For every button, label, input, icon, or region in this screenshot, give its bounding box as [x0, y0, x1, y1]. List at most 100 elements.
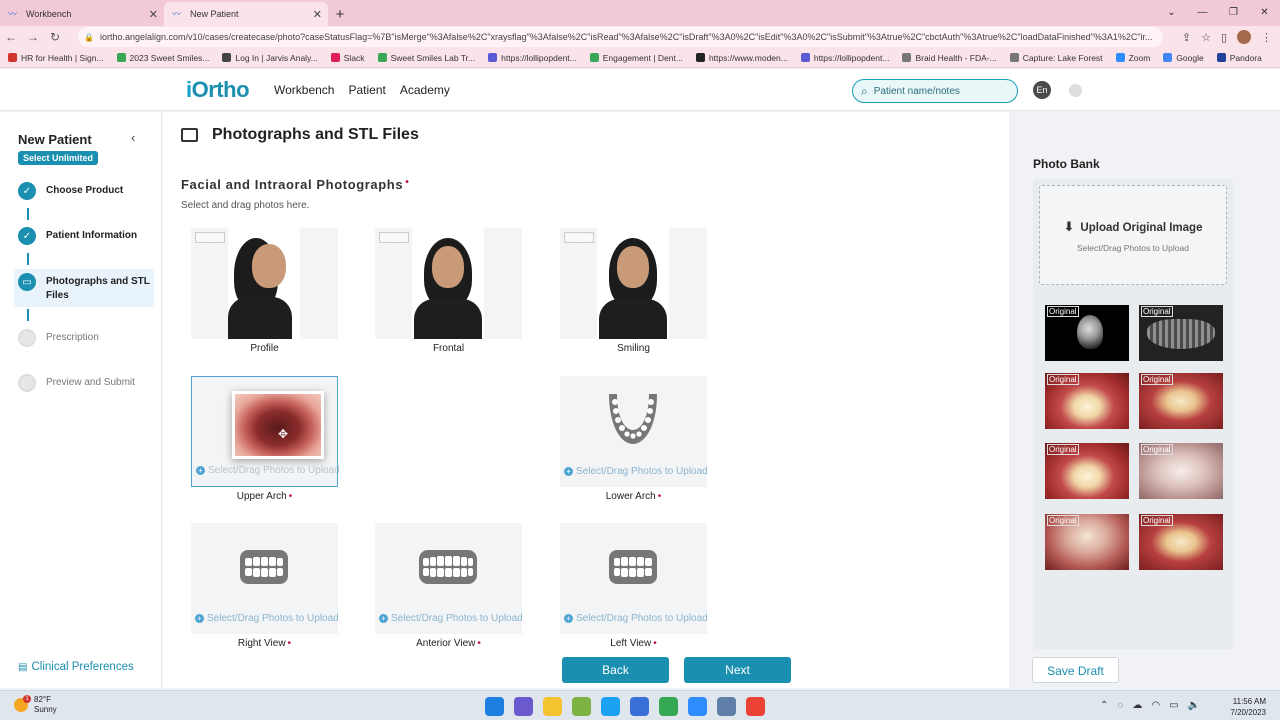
bookmark-item[interactable]: https://lollipopdent... [488, 53, 577, 63]
patient-search-input[interactable]: ⌕ Patient name/notes [852, 79, 1018, 103]
bookmark-item[interactable]: Slack [330, 53, 365, 63]
bank-thumb-intraoral-6[interactable]: Original [1139, 514, 1223, 570]
bookmark-star-icon[interactable]: ☆ [1201, 31, 1211, 44]
wifi-icon[interactable]: ◠ [1151, 700, 1160, 711]
profile-avatar[interactable] [1237, 30, 1251, 44]
tray-app-icon[interactable]: ◌ [1117, 700, 1123, 711]
bank-thumb-intraoral-1[interactable]: Original [1045, 373, 1129, 429]
bookmark-item[interactable]: Sweet Smiles Lab Tr... [377, 53, 475, 63]
taskbar-apps [485, 697, 765, 716]
preferences-icon: ▤ [18, 661, 28, 673]
photo-slot-smiling[interactable]: Original [560, 228, 707, 339]
bookmark-item[interactable]: https://www.moden... [695, 53, 788, 63]
share-icon[interactable]: ⇪ [1182, 31, 1191, 44]
reload-icon[interactable]: ↻ [44, 30, 66, 44]
collapse-chevron-icon[interactable]: ‹ [131, 130, 135, 145]
step-prescription[interactable]: Prescription [14, 329, 154, 347]
upload-hint[interactable]: + Select/Drag Photos to Upload [564, 466, 708, 477]
nav-workbench[interactable]: Workbench [274, 83, 334, 97]
next-button[interactable]: Next [684, 657, 791, 683]
taskbar-clock[interactable]: 11:56 AM 7/20/2023 [1230, 696, 1266, 718]
bookmark-item[interactable]: Google [1163, 52, 1204, 63]
chrome-profile-icon[interactable] [746, 697, 765, 716]
weather-widget[interactable]: 82°FSunny [14, 695, 57, 715]
photo-slot-profile[interactable]: Original [191, 228, 338, 339]
close-tab-icon[interactable]: ✕ [313, 8, 322, 21]
photo-slot-left-view[interactable]: + Select/Drag Photos to Upload [560, 523, 708, 634]
bookmark-item[interactable]: 2023 Sweet Smiles... [116, 53, 209, 63]
close-tab-icon[interactable]: ✕ [149, 8, 158, 21]
step-choose-product[interactable]: ✓ Choose Product [14, 182, 154, 200]
bank-thumb-pano-xray[interactable]: Original [1139, 305, 1223, 361]
file-explorer-icon[interactable] [543, 697, 562, 716]
display-icon[interactable]: ▭ [1169, 700, 1178, 711]
step-patient-information[interactable]: ✓ Patient Information [14, 227, 154, 245]
address-bar-icons: ⇪ ☆ ▯ ⋮ [1182, 30, 1272, 44]
app-icon[interactable] [630, 697, 649, 716]
iortho-logo[interactable]: iOrtho [186, 77, 250, 103]
bookmark-item[interactable]: Log In | Jarvis Analy... [222, 53, 318, 63]
browser-tab-new-patient[interactable]: 〰 New Patient ✕ [164, 2, 328, 26]
upload-original-label: ⬇ Upload Original Image [1063, 219, 1203, 234]
back-arrow-icon[interactable]: ← [0, 30, 22, 44]
upload-hint[interactable]: + Select/Drag Photos to Upload [564, 613, 708, 624]
photo-slot-frontal[interactable]: Original [375, 228, 522, 339]
weather-temp: 82°F [34, 695, 51, 704]
cloud-icon[interactable]: ☁ [1132, 700, 1142, 711]
menu-kebab-icon[interactable]: ⋮ [1261, 31, 1272, 44]
tab-search-icon[interactable]: ⌄ [1156, 0, 1187, 26]
bank-thumb-intraoral-4[interactable]: Original [1139, 443, 1223, 499]
chevron-up-icon[interactable]: ⌃ [1100, 700, 1108, 711]
user-avatar[interactable] [1069, 84, 1082, 97]
bookmark-item[interactable]: Braid Health - FDA-... [902, 53, 997, 63]
forward-arrow-icon[interactable]: → [22, 30, 44, 44]
bookmark-label: Zoom [1128, 52, 1151, 63]
bookmark-item[interactable]: Capture: Lake Forest [1009, 53, 1103, 63]
back-button[interactable]: Back [562, 657, 669, 683]
check-icon: ✓ [18, 182, 36, 200]
upload-hint[interactable]: + Select/Drag Photos to Upload [196, 465, 340, 476]
bank-thumb-ceph-xray[interactable]: Original [1045, 305, 1129, 361]
clinical-preferences-link[interactable]: ▤ Clinical Preferences [18, 661, 134, 673]
upload-original-image-dropzone[interactable]: ⬇ Upload Original Image Select/Drag Photo… [1039, 185, 1227, 285]
maximize-icon[interactable]: ❐ [1218, 0, 1249, 26]
nav-patient[interactable]: Patient [348, 83, 385, 97]
app-icon[interactable] [717, 697, 736, 716]
bookmark-label: Google [1176, 52, 1204, 63]
minimize-icon[interactable]: — [1187, 0, 1218, 26]
bookmark-item[interactable]: Engagement | Dent... [589, 53, 683, 63]
nav-academy[interactable]: Academy [400, 83, 450, 97]
upload-hint[interactable]: + Select/Drag Photos to Upload [195, 613, 339, 624]
save-draft-button[interactable]: Save Draft [1032, 657, 1119, 683]
volume-icon[interactable]: 🔈 [1188, 700, 1200, 711]
sidebar-panel-icon[interactable]: ▯ [1221, 31, 1227, 44]
upload-hint[interactable]: + Select/Drag Photos to Upload [379, 613, 523, 624]
photo-slot-anterior-view[interactable]: + Select/Drag Photos to Upload [375, 523, 523, 634]
new-tab-button[interactable]: + [328, 2, 352, 26]
bookmark-favicon-icon [1115, 53, 1125, 62]
photo-slot-lower-arch[interactable]: + Select/Drag Photos to Upload [560, 376, 708, 487]
bank-thumb-intraoral-5[interactable]: Original [1045, 514, 1129, 570]
bookmark-item[interactable]: https://lollipopdent... [800, 53, 889, 63]
url-field[interactable]: 🔒 iortho.angelalign.com/v10/cases/create… [78, 27, 1163, 47]
bookmark-item[interactable]: HR for Health | Sign... [8, 53, 104, 63]
chrome-icon[interactable] [659, 697, 678, 716]
bank-thumb-intraoral-2[interactable]: Original [1139, 373, 1223, 429]
step-preview-submit[interactable]: Preview and Submit [14, 374, 154, 392]
slot-label-profile: Profile [250, 343, 279, 354]
language-switcher[interactable]: En [1033, 81, 1051, 99]
bank-thumb-intraoral-3[interactable]: Original [1045, 443, 1129, 499]
browser-tab-workbench[interactable]: 〰 Workbench ✕ [0, 2, 164, 26]
close-window-icon[interactable]: ✕ [1249, 0, 1280, 26]
zoom-icon[interactable] [688, 697, 707, 716]
bookmark-item[interactable]: Zoom [1115, 52, 1151, 63]
app-icon[interactable] [572, 697, 591, 716]
step-photographs-stl[interactable]: ▭ Photographs and STL Files [14, 269, 154, 307]
photo-slot-right-view[interactable]: + Select/Drag Photos to Upload [191, 523, 339, 634]
windows-start-icon[interactable] [485, 697, 504, 716]
bookmark-item[interactable]: Pandora [1216, 53, 1262, 63]
photo-slot-upper-arch[interactable]: + Select/Drag Photos to Upload ✥ [191, 376, 340, 487]
edge-icon[interactable] [601, 697, 620, 716]
teams-chat-icon[interactable] [514, 697, 533, 716]
dragged-photo[interactable] [232, 391, 324, 459]
